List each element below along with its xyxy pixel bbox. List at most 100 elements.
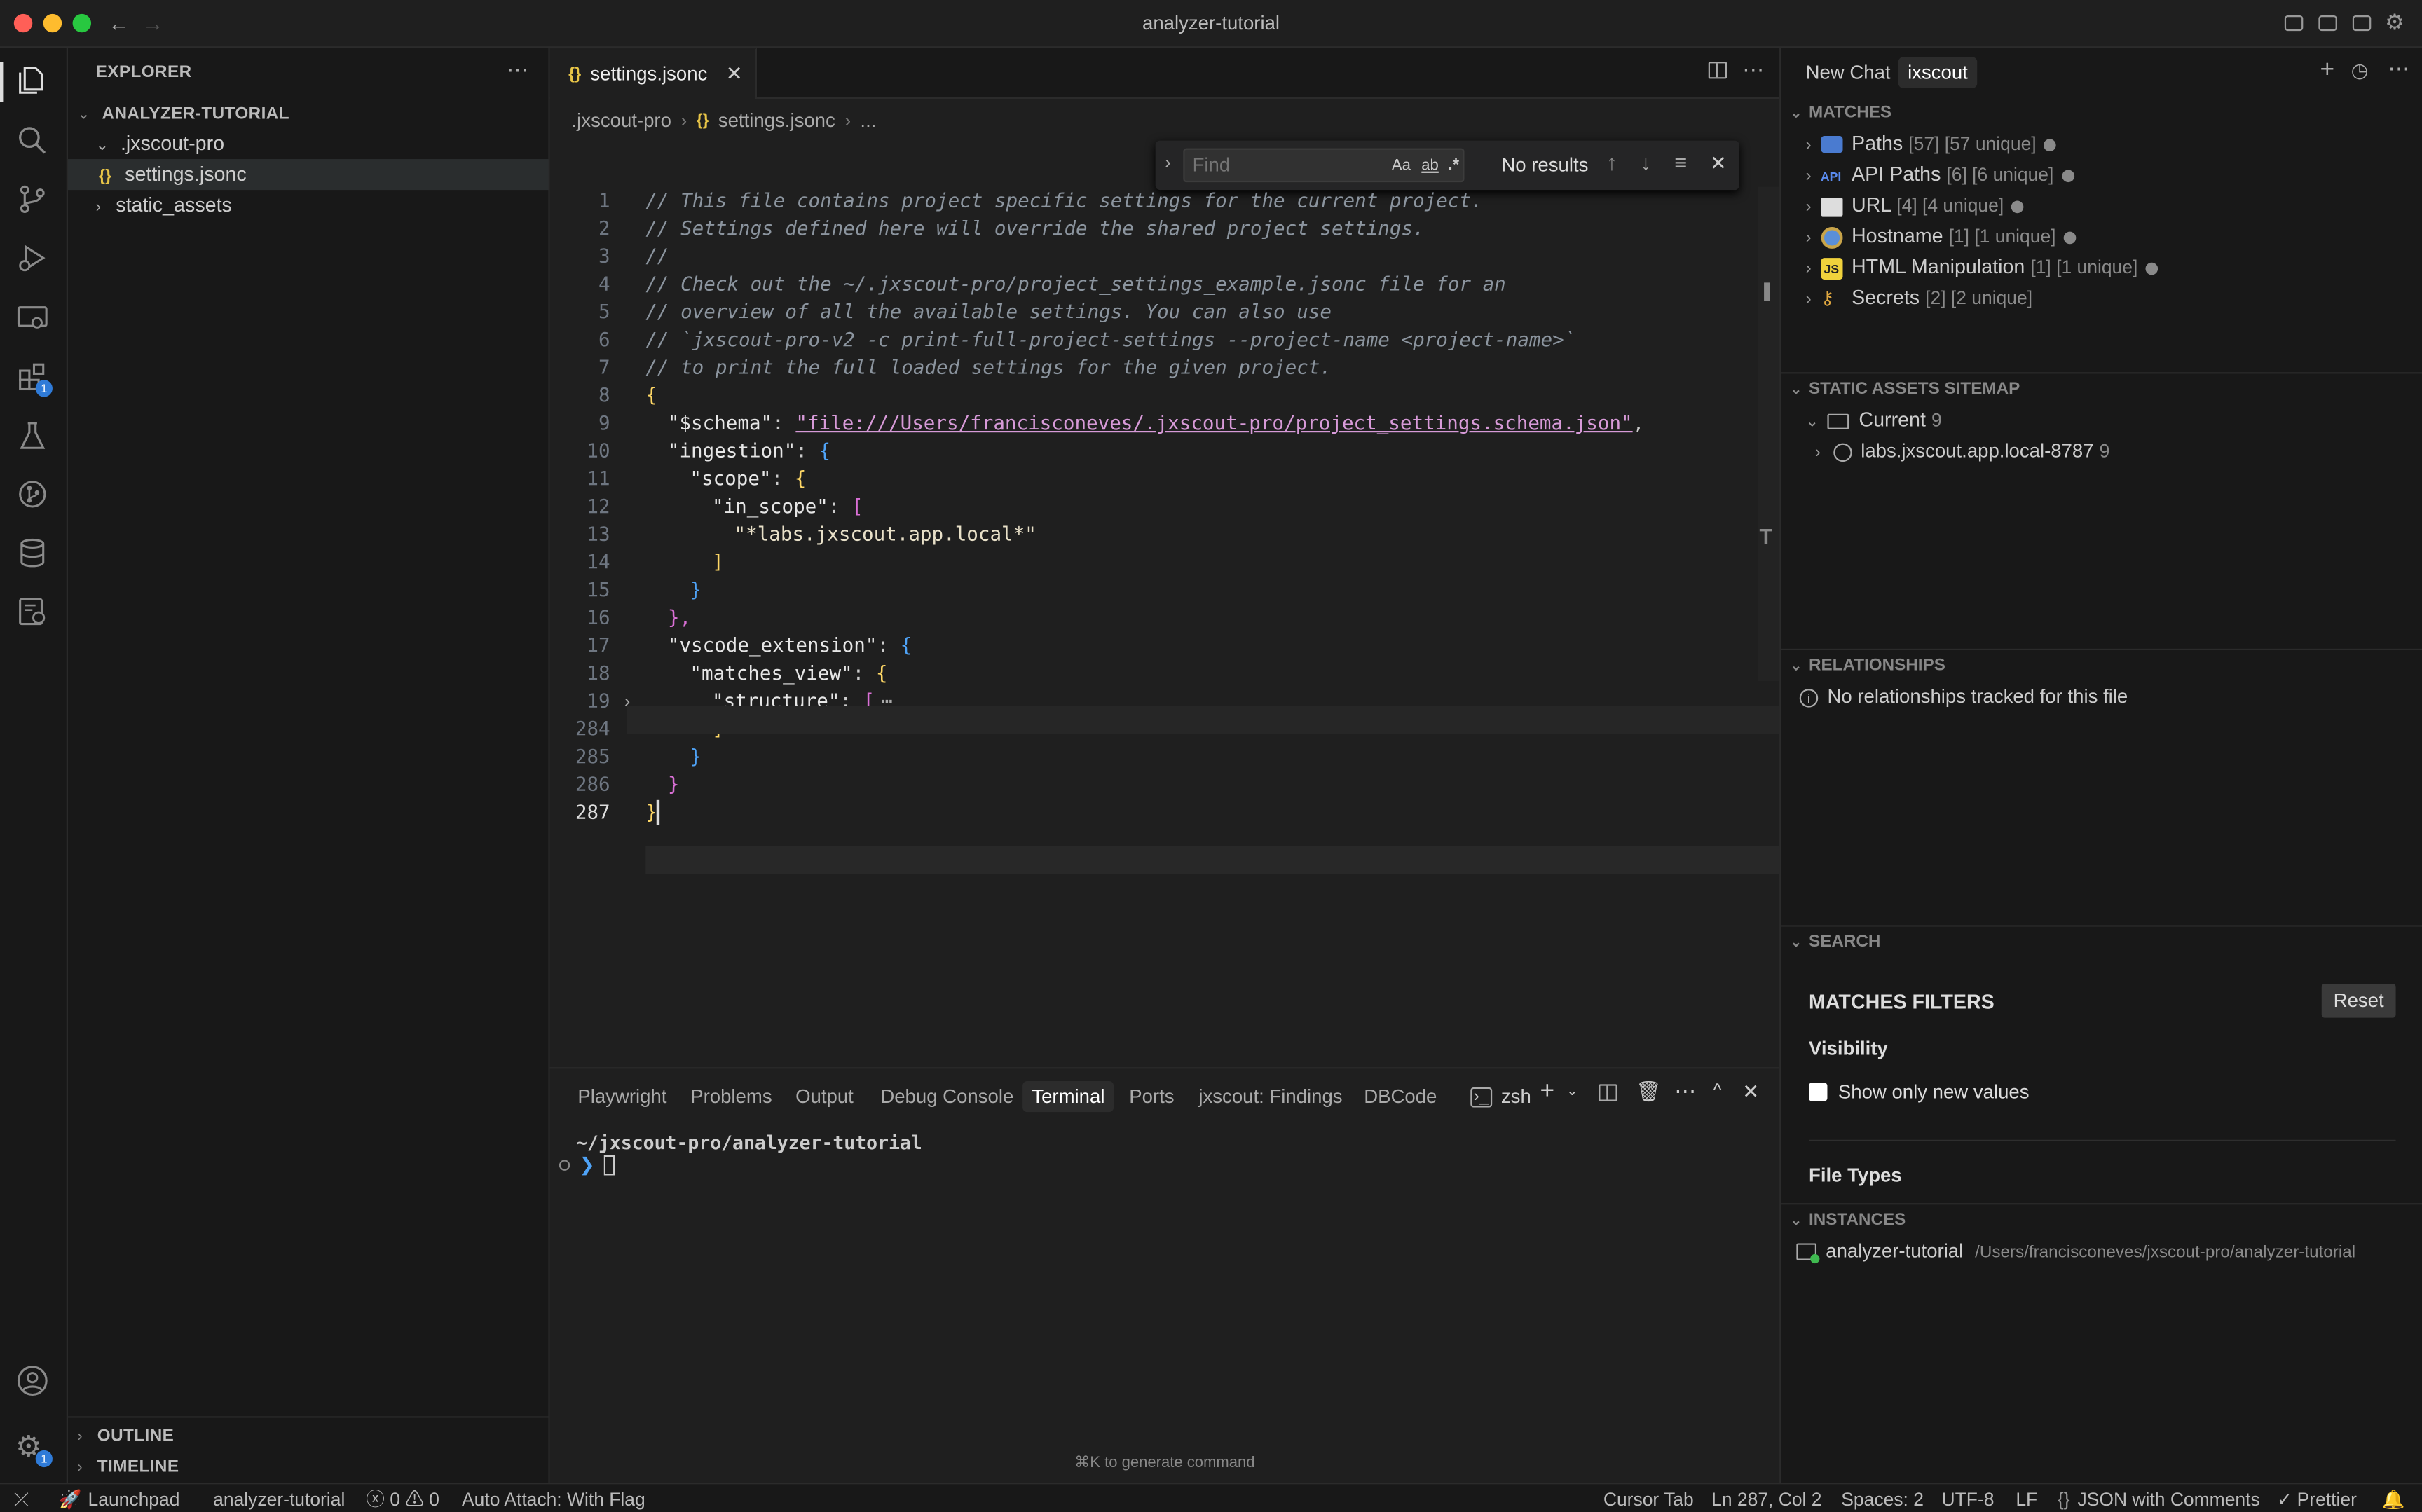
checkbox[interactable] [1809, 1083, 1828, 1101]
trash-icon[interactable]: 🗑 [1636, 1080, 1661, 1104]
minimap-scrollbar[interactable] [1758, 186, 1780, 682]
schema-link[interactable]: "file:///Users/francisconeves/.jxscout-p… [795, 411, 1632, 434]
cursor-position[interactable]: Ln 287, Col 2 [1711, 1486, 1821, 1512]
toggle-sidebar-icon[interactable] [2284, 15, 2304, 32]
match-paths[interactable]: › Paths [57] [57 unique] [1806, 128, 2057, 159]
show-new-values-checkbox[interactable]: Show only new values [1809, 1080, 2029, 1104]
history-icon[interactable]: ◷ [2351, 59, 2369, 83]
code-line: "*labs.jxscout.app.local*" [734, 522, 1036, 546]
close-panel-icon[interactable]: ✕ [1742, 1080, 1759, 1104]
account-icon[interactable] [15, 1363, 53, 1401]
breadcrumb-more[interactable]: ... [860, 110, 876, 132]
new-terminal-icon[interactable]: + [1540, 1078, 1554, 1106]
tab-new-chat[interactable]: New Chat [1806, 62, 1891, 83]
settings-gear-icon[interactable]: ⚙ [2385, 9, 2404, 35]
folder-jxscout-pro[interactable]: ⌄ .jxscout-pro [96, 128, 544, 159]
sitemap-host[interactable]: › labs.jxscout.app.local-8787 9 [1815, 436, 2110, 467]
relationships-header[interactable]: ⌄ RELATIONSHIPS [1781, 650, 2422, 681]
project-item[interactable]: analyzer-tutorial [213, 1486, 345, 1512]
jxscout-icon[interactable] [15, 595, 53, 632]
folder-icon [1828, 413, 1850, 429]
file-settings-jsonc[interactable]: {} settings.jsonc [67, 159, 549, 191]
tab-playwright[interactable]: Playwright [577, 1081, 666, 1112]
remote-indicator-icon[interactable]: ⤫ [14, 1486, 29, 1512]
terminal-shell-selector[interactable]: ›_ zsh [1470, 1081, 1531, 1112]
workspace-root[interactable]: ⌄ ANALYZER-TUTORIAL [77, 97, 540, 128]
terminal-prompt-line[interactable]: ❯ [559, 1154, 615, 1175]
explorer-files-icon[interactable] [15, 63, 53, 100]
split-terminal-icon[interactable] [1599, 1084, 1617, 1101]
tab-jxscout-findings[interactable]: jxscout: Findings [1198, 1081, 1342, 1112]
match-hostname[interactable]: › Hostname [1] [1 unique] [1806, 221, 2077, 252]
explorer-more-icon[interactable]: ⋯ [507, 57, 528, 83]
git-graph-icon[interactable] [15, 477, 53, 514]
chevron-down-icon: ⌄ [77, 106, 90, 124]
source-control-icon[interactable] [15, 182, 53, 219]
regex-icon[interactable]: .* [1448, 156, 1459, 174]
sitemap-current[interactable]: ⌄ Current 9 [1806, 405, 1942, 436]
match-url[interactable]: › URL [4] [4 unique] [1806, 190, 2024, 221]
previous-match-icon[interactable]: ↑ [1606, 150, 1617, 174]
indentation[interactable]: Spaces: 2 [1841, 1486, 1924, 1512]
code-area[interactable]: 1 // This file contains project specific … [550, 186, 1780, 913]
search-icon[interactable] [15, 123, 53, 160]
breadcrumb-file[interactable]: settings.jsonc [718, 110, 835, 132]
next-match-icon[interactable]: ↓ [1641, 150, 1651, 174]
line-number: 18 [587, 661, 610, 685]
encoding[interactable]: UTF-8 [1942, 1486, 1995, 1512]
close-tab-icon[interactable]: ✕ [726, 62, 743, 86]
cursor-tab-item[interactable]: Cursor Tab [1603, 1486, 1694, 1512]
match-secrets[interactable]: › ⚷ Secrets [2] [2 unique] [1806, 282, 2032, 313]
add-icon[interactable]: + [2320, 57, 2335, 85]
database-icon[interactable] [15, 536, 53, 573]
tab-debug-console[interactable]: Debug Console [880, 1081, 1013, 1112]
prettier-item[interactable]: ✓ Prettier [2277, 1486, 2357, 1512]
launchpad-item[interactable]: 🚀 Launchpad [59, 1486, 180, 1512]
editor-more-icon[interactable]: ⋯ [1742, 57, 1764, 83]
find-text-field[interactable] [1184, 154, 1386, 177]
find-in-selection-icon[interactable]: ≡ [1674, 150, 1687, 174]
testing-flask-icon[interactable] [15, 418, 53, 455]
find-input[interactable]: Aa ab .* [1183, 148, 1465, 183]
tab-ports[interactable]: Ports [1129, 1081, 1174, 1112]
tab-terminal[interactable]: Terminal [1022, 1081, 1114, 1113]
toggle-replace-icon[interactable]: › [1165, 151, 1171, 173]
maximize-panel-icon[interactable]: ^ [1713, 1080, 1721, 1101]
run-debug-icon[interactable] [15, 241, 53, 278]
outline-section[interactable]: › OUTLINE [77, 1420, 174, 1450]
problems-item[interactable]: ⓧ 0 ⚠ 0 [366, 1486, 439, 1512]
instances-header[interactable]: ⌄ INSTANCES [1781, 1204, 2422, 1235]
chevron-down-icon[interactable]: ⌄ [1566, 1083, 1578, 1099]
manage-gear-icon[interactable]: ⚙ 1 [15, 1431, 53, 1469]
toggle-panel-icon[interactable] [2318, 15, 2337, 32]
split-editor-icon[interactable] [1708, 62, 1727, 79]
extensions-icon[interactable]: 1 [15, 360, 53, 397]
close-find-icon[interactable]: ✕ [1710, 151, 1727, 176]
panel-more-icon[interactable]: ⋯ [1674, 1078, 1696, 1104]
end-of-line[interactable]: LF [2016, 1486, 2037, 1512]
match-case-icon[interactable]: Aa [1392, 157, 1411, 174]
toggle-secondary-sidebar-icon[interactable] [2352, 15, 2372, 32]
auto-attach-item[interactable]: Auto Attach: With Flag [462, 1486, 645, 1512]
more-icon[interactable]: ⋯ [2388, 55, 2410, 81]
remote-explorer-icon[interactable] [15, 301, 53, 338]
language-mode[interactable]: {} JSON with Comments [2058, 1486, 2260, 1512]
whole-word-icon[interactable]: ab [1421, 157, 1439, 174]
tab-output[interactable]: Output [795, 1081, 854, 1112]
code-line: // `jxscout-pro-v2 -c print-full-project… [645, 327, 1576, 351]
breadcrumb-folder[interactable]: .jxscout-pro [572, 110, 671, 132]
reset-button[interactable]: Reset [2321, 984, 2396, 1018]
match-html-manipulation[interactable]: › JS HTML Manipulation [1] [1 unique] [1806, 252, 2158, 282]
instance-item[interactable]: analyzer-tutorial /Users/francisconeves/… [1796, 1235, 2355, 1266]
search-header[interactable]: ⌄ SEARCH [1781, 927, 2422, 958]
folder-static-assets[interactable]: › static_assets [96, 190, 544, 221]
sitemap-header[interactable]: ⌄ STATIC ASSETS SITEMAP [1781, 373, 2422, 404]
tab-settings-jsonc[interactable]: {} settings.jsonc ✕ [549, 48, 758, 99]
match-api-paths[interactable]: › API API Paths [6] [6 unique] [1806, 159, 2074, 190]
tab-dbcode[interactable]: DBCode [1364, 1081, 1437, 1112]
matches-header[interactable]: ⌄ MATCHES [1781, 97, 2422, 128]
notifications-bell-icon[interactable]: 🔔 [2382, 1486, 2405, 1512]
tab-problems[interactable]: Problems [690, 1081, 772, 1112]
tab-ixscout[interactable]: ixscout [1898, 57, 1978, 88]
timeline-section[interactable]: › TIMELINE [77, 1450, 179, 1481]
